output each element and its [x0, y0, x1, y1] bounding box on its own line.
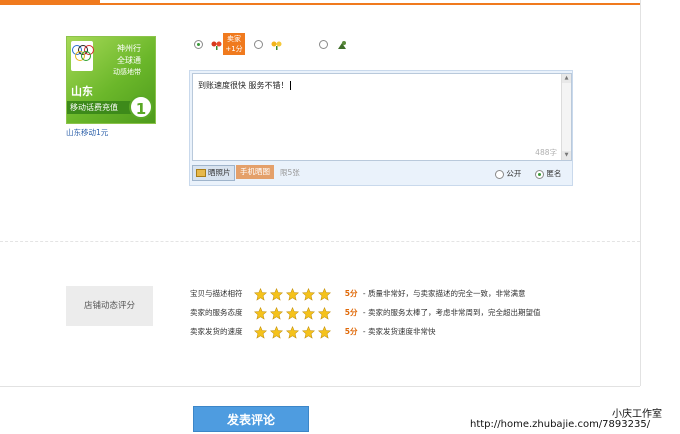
score-row-service: 卖家的服务态度 5分 - 卖家的服务太棒了，考虑非常周到，完全超出期望值 — [190, 305, 540, 321]
star-icon[interactable] — [302, 306, 316, 320]
score-value: 5分 — [344, 308, 358, 317]
star-icon[interactable] — [254, 287, 268, 301]
star-rating[interactable] — [254, 286, 334, 302]
photo-limit-text: 限5张 — [280, 168, 300, 177]
star-icon[interactable] — [254, 325, 268, 339]
visibility-public[interactable]: 公开 — [495, 168, 521, 179]
upload-photo-button[interactable]: 晒照片 — [192, 165, 235, 181]
star-icon[interactable] — [318, 325, 332, 339]
panel-bottom-border — [0, 386, 640, 387]
section-divider — [0, 241, 640, 242]
shop-rating-title: 店铺动态评分 — [66, 286, 153, 326]
score-row-description: 宝贝与描述相符 5分 - 质量非常好，与卖家描述的完全一致，非常满意 — [190, 286, 525, 302]
panel-right-border — [640, 0, 641, 386]
thumb-region: 山东 — [71, 85, 93, 98]
score-row-shipping: 卖家发货的速度 5分 - 卖家发货速度非常快 — [190, 324, 435, 340]
comment-textarea[interactable]: 到账速度很快 服务不错！ ▲ ▼ 488字 — [192, 73, 572, 161]
scroll-down-icon[interactable]: ▼ — [562, 151, 571, 160]
submit-review-button[interactable]: 发表评论 — [193, 406, 309, 432]
watermark-url: http://home.zhubajie.com/7893235/ — [470, 419, 651, 430]
score-value: 5分 — [344, 327, 358, 336]
star-rating[interactable] — [254, 305, 334, 321]
score-desc: - 卖家的服务太棒了，考虑非常周到，完全超出期望值 — [362, 308, 541, 317]
star-icon[interactable] — [270, 306, 284, 320]
thumb-text: 神州行 — [117, 44, 141, 53]
star-icon[interactable] — [286, 287, 300, 301]
watermark-name: 小庆工作室 — [612, 409, 662, 420]
score-label: 宝贝与描述相符 — [190, 289, 243, 298]
star-icon[interactable] — [286, 306, 300, 320]
photo-icon — [196, 169, 206, 177]
scroll-up-icon[interactable]: ▲ — [562, 74, 571, 83]
comment-scrollbar[interactable]: ▲ ▼ — [561, 74, 571, 160]
radio-bad[interactable] — [319, 40, 328, 49]
top-border-line — [100, 3, 640, 5]
product-link[interactable]: 山东移动1元 — [66, 127, 108, 138]
radio-neutral[interactable] — [254, 40, 263, 49]
yellow-flower-icon — [271, 41, 282, 50]
thumb-text: 全球通 — [117, 56, 141, 65]
comment-panel: 到账速度很快 服务不错！ ▲ ▼ 488字 晒照片 手机晒图 限5张 公开 匿名 — [189, 70, 573, 186]
star-icon[interactable] — [286, 325, 300, 339]
star-icon[interactable] — [318, 287, 332, 301]
star-icon[interactable] — [254, 306, 268, 320]
seller-bonus-tip: 卖家 +1分 — [223, 33, 245, 55]
score-label: 卖家的服务态度 — [190, 308, 243, 317]
char-count: 488字 — [535, 148, 557, 157]
rating-option-good[interactable] — [194, 34, 223, 52]
score-desc: - 质量非常好，与卖家描述的完全一致，非常满意 — [362, 289, 526, 298]
radio-anonymous[interactable] — [535, 169, 544, 179]
thumb-badge: 1 — [129, 95, 153, 119]
star-icon[interactable] — [318, 306, 332, 320]
product-thumbnail[interactable]: 神州行 全球通 动感地带 山东 移动话费充值 1 — [66, 36, 156, 124]
thumb-text: 动感地带 — [113, 68, 141, 76]
star-icon[interactable] — [270, 287, 284, 301]
rating-option-neutral[interactable] — [254, 34, 283, 52]
red-flower-icon — [211, 41, 222, 50]
visibility-anonymous[interactable]: 匿名 — [535, 168, 561, 179]
score-desc: - 卖家发货速度非常快 — [362, 327, 436, 336]
star-rating[interactable] — [254, 324, 334, 340]
star-icon[interactable] — [270, 325, 284, 339]
rating-option-bad[interactable] — [319, 34, 348, 52]
olympic-logo-icon — [71, 41, 94, 71]
radio-public[interactable] — [495, 169, 504, 179]
phone-upload-button[interactable]: 手机晒图 — [236, 165, 274, 179]
green-gift-icon — [338, 40, 347, 49]
star-icon[interactable] — [302, 287, 316, 301]
radio-good[interactable] — [194, 40, 203, 49]
star-icon[interactable] — [302, 325, 316, 339]
score-label: 卖家发货的速度 — [190, 327, 243, 336]
top-accent-bar — [0, 0, 100, 5]
score-value: 5分 — [344, 289, 358, 298]
